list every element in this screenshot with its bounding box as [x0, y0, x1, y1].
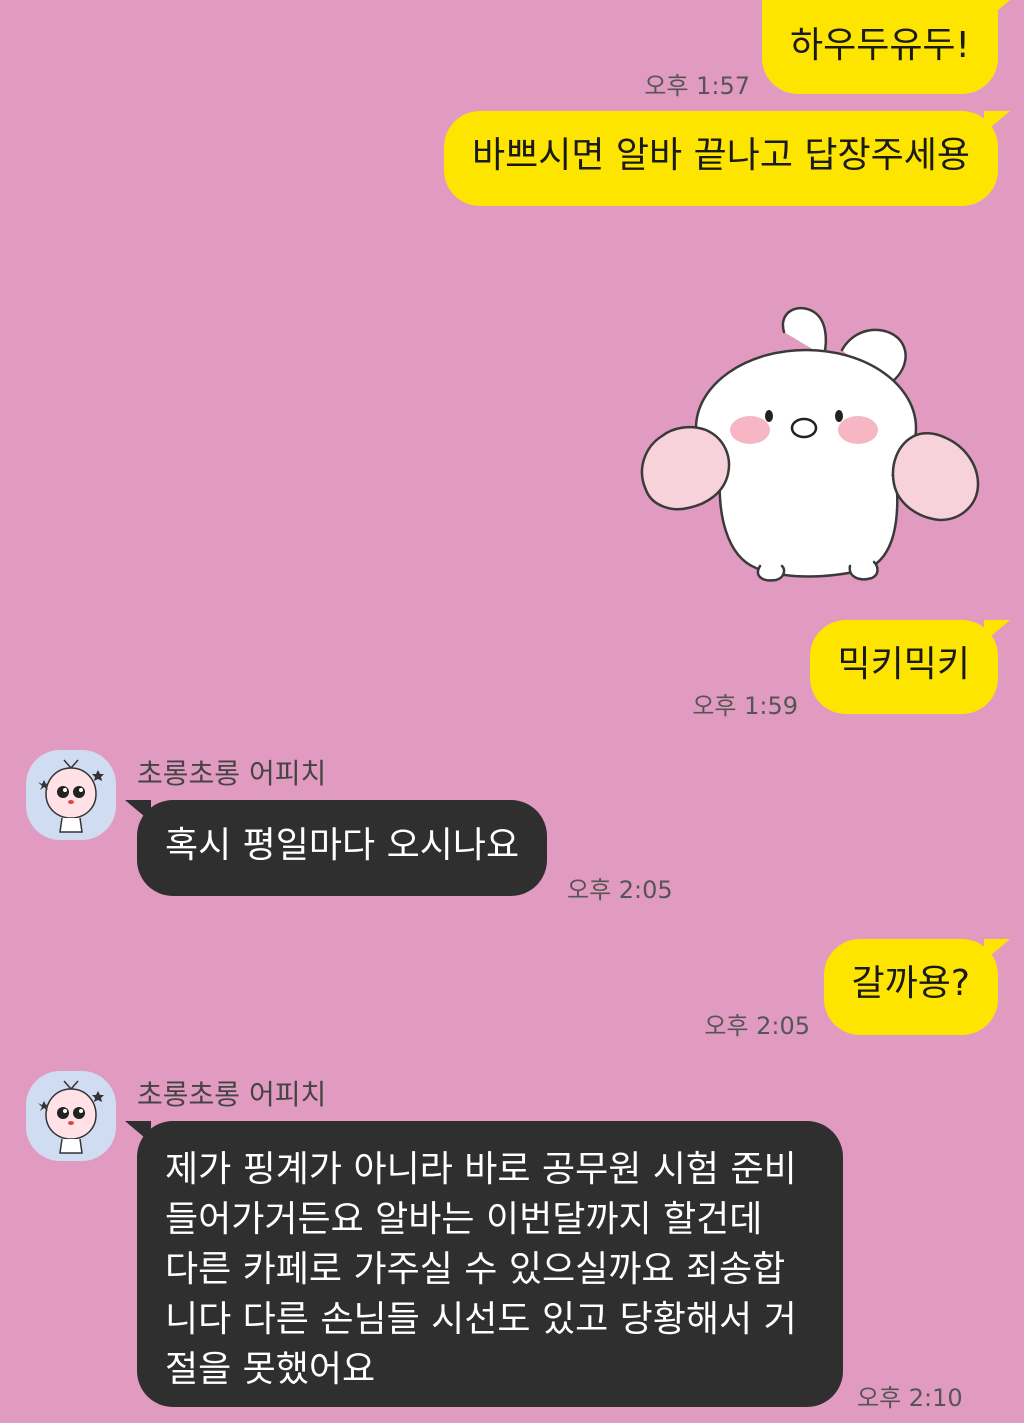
- message-line: 니다 다른 손님들 시선도 있고 당황해서 거: [165, 1299, 797, 1340]
- avatar[interactable]: [26, 1071, 116, 1161]
- message-bubble-outgoing[interactable]: 갈까용?: [823, 939, 1011, 1035]
- bunny-sticker[interactable]: [628, 298, 988, 583]
- message-bubble-outgoing[interactable]: 하우두유두!: [761, 0, 1011, 94]
- message-bubble-incoming[interactable]: 혹시 평일마다 오시나요: [124, 800, 548, 896]
- message-time: 오후 2:05: [704, 1012, 810, 1040]
- message-time: 오후 1:57: [644, 72, 750, 100]
- avatar[interactable]: [26, 750, 116, 840]
- message-bubble-outgoing[interactable]: 바쁘시면 알바 끝나고 답장주세용: [443, 111, 1011, 206]
- message-bubble-outgoing[interactable]: 믹키믹키: [809, 620, 1011, 714]
- message-bubble-incoming[interactable]: 제가 핑계가 아니라 바로 공무원 시험 준비 들어가거든요 알바는 이번달까지…: [125, 1121, 843, 1407]
- message-time: 오후 2:10: [857, 1384, 963, 1412]
- apeach-avatar-icon: [38, 1080, 104, 1154]
- message-time: 오후 1:59: [692, 692, 798, 720]
- sender-name: 초롱초롱 어피치: [137, 1078, 327, 1111]
- message-line: 제가 핑계가 아니라 바로 공무원 시험 준비: [165, 1149, 797, 1190]
- message-time: 오후 2:05: [567, 876, 673, 904]
- message-line: 절을 못했어요: [165, 1349, 376, 1390]
- sender-name: 초롱초롱 어피치: [137, 757, 327, 790]
- message-line: 다른 카페로 가주실 수 있으실까요 죄송합: [165, 1249, 786, 1290]
- chat-area[interactable]: 하우두유두! 오후 1:57 바쁘시면 알바 끝나고 답장주세용 믹키믹키 오후…: [0, 0, 1024, 1423]
- message-line: 들어가거든요 알바는 이번달까지 할건데: [165, 1199, 763, 1240]
- bunny-sticker-icon: [640, 306, 980, 582]
- apeach-avatar-icon: [38, 759, 104, 833]
